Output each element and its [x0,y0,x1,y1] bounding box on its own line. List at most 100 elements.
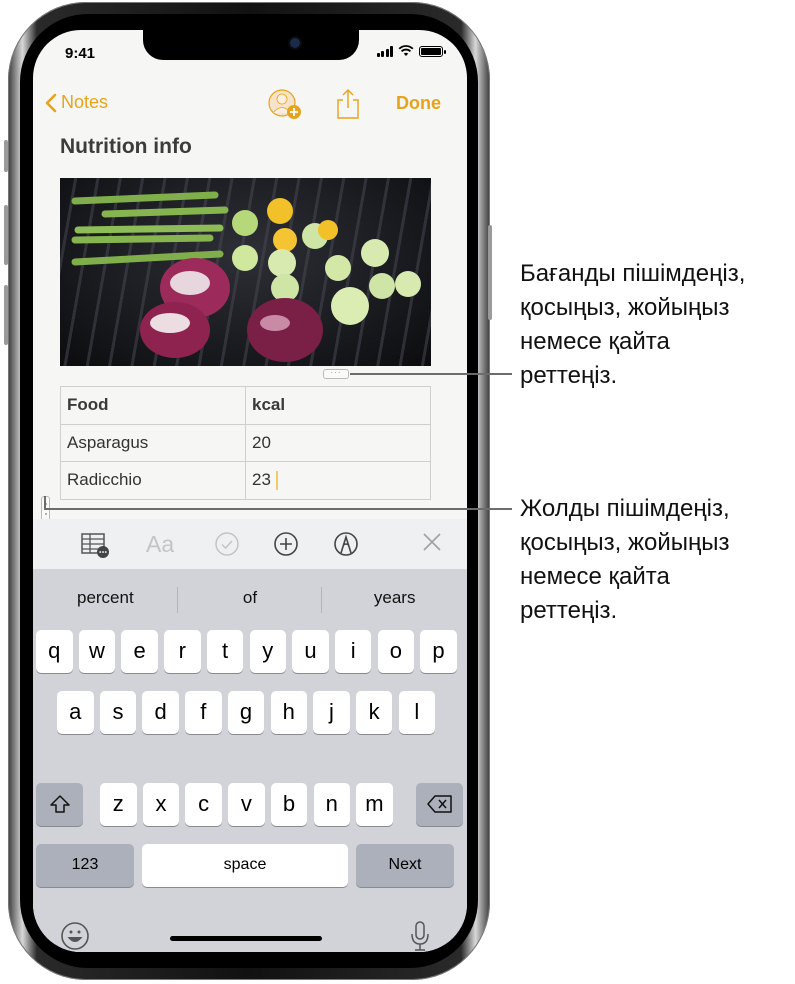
key-k[interactable]: k [355,691,393,734]
key-m[interactable]: m [356,783,393,826]
screen: 9:41 Notes Done Nutrition info ··· Food … [33,30,467,952]
callout-line-text: Бағанды пішімдеңіз, [520,260,746,287]
suggestion[interactable]: percent [33,569,178,623]
suggestion[interactable]: of [178,569,323,623]
dictation-button[interactable] [410,920,430,952]
key-u[interactable]: u [292,630,329,673]
key-v[interactable]: v [228,783,265,826]
notch [143,30,359,60]
markup-button[interactable] [333,531,359,562]
key-l[interactable]: l [398,691,436,734]
nav-bar: Notes Done [33,88,467,122]
microphone-icon [411,921,429,951]
text-cursor [275,471,278,491]
next-key[interactable]: Next [356,844,454,887]
key-d[interactable]: d [142,691,179,734]
key-n[interactable]: n [313,783,350,826]
suggestion-label: percent [76,588,134,607]
add-person-icon [268,89,301,119]
back-button[interactable]: Notes [45,92,108,113]
backspace-icon [426,795,452,813]
emoji-icon [61,922,89,950]
volume-up-button [4,205,8,265]
key-i[interactable]: i [334,630,372,673]
suggestion-label: of [242,588,258,607]
table-header-row: Food kcal [60,386,431,425]
delete-key[interactable] [416,783,463,826]
key-s[interactable]: s [99,691,137,734]
table-row: Asparagus 20 [60,423,431,462]
side-button [488,225,492,320]
suggestion[interactable]: years [322,569,467,623]
status-time: 9:41 [65,45,96,62]
emoji-button[interactable] [60,921,90,952]
shift-icon [49,795,70,813]
predictive-text-bar: percent of years [33,569,467,623]
key-f[interactable]: f [185,691,222,734]
key-y[interactable]: y [249,630,286,673]
shift-key[interactable] [36,783,83,826]
checklist-button[interactable] [214,531,240,562]
callout-line-text: реттеңіз. [520,362,618,389]
row-callout-line [44,508,512,510]
column-handle[interactable]: ··· [323,369,349,379]
table-cell-active[interactable]: 23 [245,461,431,500]
keyboard: qwertyuiop asdfghjkl zxcvbnm 123 space N… [33,623,467,952]
callout-line-text: қосыңыз, жойыңыз [520,294,730,321]
column-callout-line [350,373,512,375]
table-cell[interactable]: Radicchio [60,461,246,500]
done-button[interactable]: Done [396,93,441,114]
markup-icon [334,532,358,556]
callout-line-text: реттеңіз. [520,597,618,624]
numbers-key[interactable]: 123 [36,844,134,887]
column-callout: Бағанды пішімдеңіз, қосыңыз, жойыңыз нем… [520,257,745,393]
callout-line-text: қосыңыз, жойыңыз [520,529,730,556]
table-cell[interactable]: 20 [245,423,431,462]
wifi-icon [398,45,414,56]
key-t[interactable]: t [206,630,244,673]
text-format-button[interactable]: Aa [146,531,174,558]
space-key[interactable]: space [142,844,348,887]
status-icons [376,45,446,57]
key-a[interactable]: a [57,691,94,734]
table-row: Radicchio 23 [60,461,431,500]
key-q[interactable]: q [36,630,73,673]
battery-level [421,47,441,55]
formatting-toolbar: Aa [33,519,467,569]
text-format-icon: Aa [146,531,175,557]
table-header-cell[interactable]: kcal [245,386,431,425]
volume-down-button [4,285,8,345]
back-label: Notes [61,92,109,112]
key-r[interactable]: r [164,630,201,673]
add-attachment-button[interactable] [273,531,299,562]
row-callout: Жолды пішімдеңіз, қосыңыз, жойыңыз немес… [520,492,730,628]
key-g[interactable]: g [227,691,265,734]
cell-value: 23 [252,470,271,490]
table-cell[interactable]: Asparagus [60,423,246,462]
key-x[interactable]: x [142,783,180,826]
key-e[interactable]: e [121,630,158,673]
key-o[interactable]: o [377,630,415,673]
key-z[interactable]: z [100,783,137,826]
share-button[interactable] [335,88,361,125]
key-p[interactable]: p [420,630,457,673]
vegetables-photo[interactable] [60,178,431,366]
battery-icon [419,45,446,57]
callout-line-text: Жолды пішімдеңіз, [520,495,730,522]
add-people-button[interactable] [265,88,305,127]
chevron-left-icon [45,93,57,112]
table-header-cell[interactable]: Food [60,386,246,425]
key-h[interactable]: h [270,691,307,734]
key-w[interactable]: w [78,630,116,673]
close-toolbar-button[interactable] [421,531,443,558]
table-icon [81,533,109,558]
key-j[interactable]: j [313,691,350,734]
table-options-button[interactable] [80,531,110,564]
cellular-signal-icon [376,45,393,57]
key-b[interactable]: b [270,783,308,826]
home-indicator[interactable] [170,936,322,941]
checklist-icon [215,532,239,556]
key-c[interactable]: c [185,783,222,826]
mute-switch [4,140,8,172]
add-icon [274,532,298,556]
